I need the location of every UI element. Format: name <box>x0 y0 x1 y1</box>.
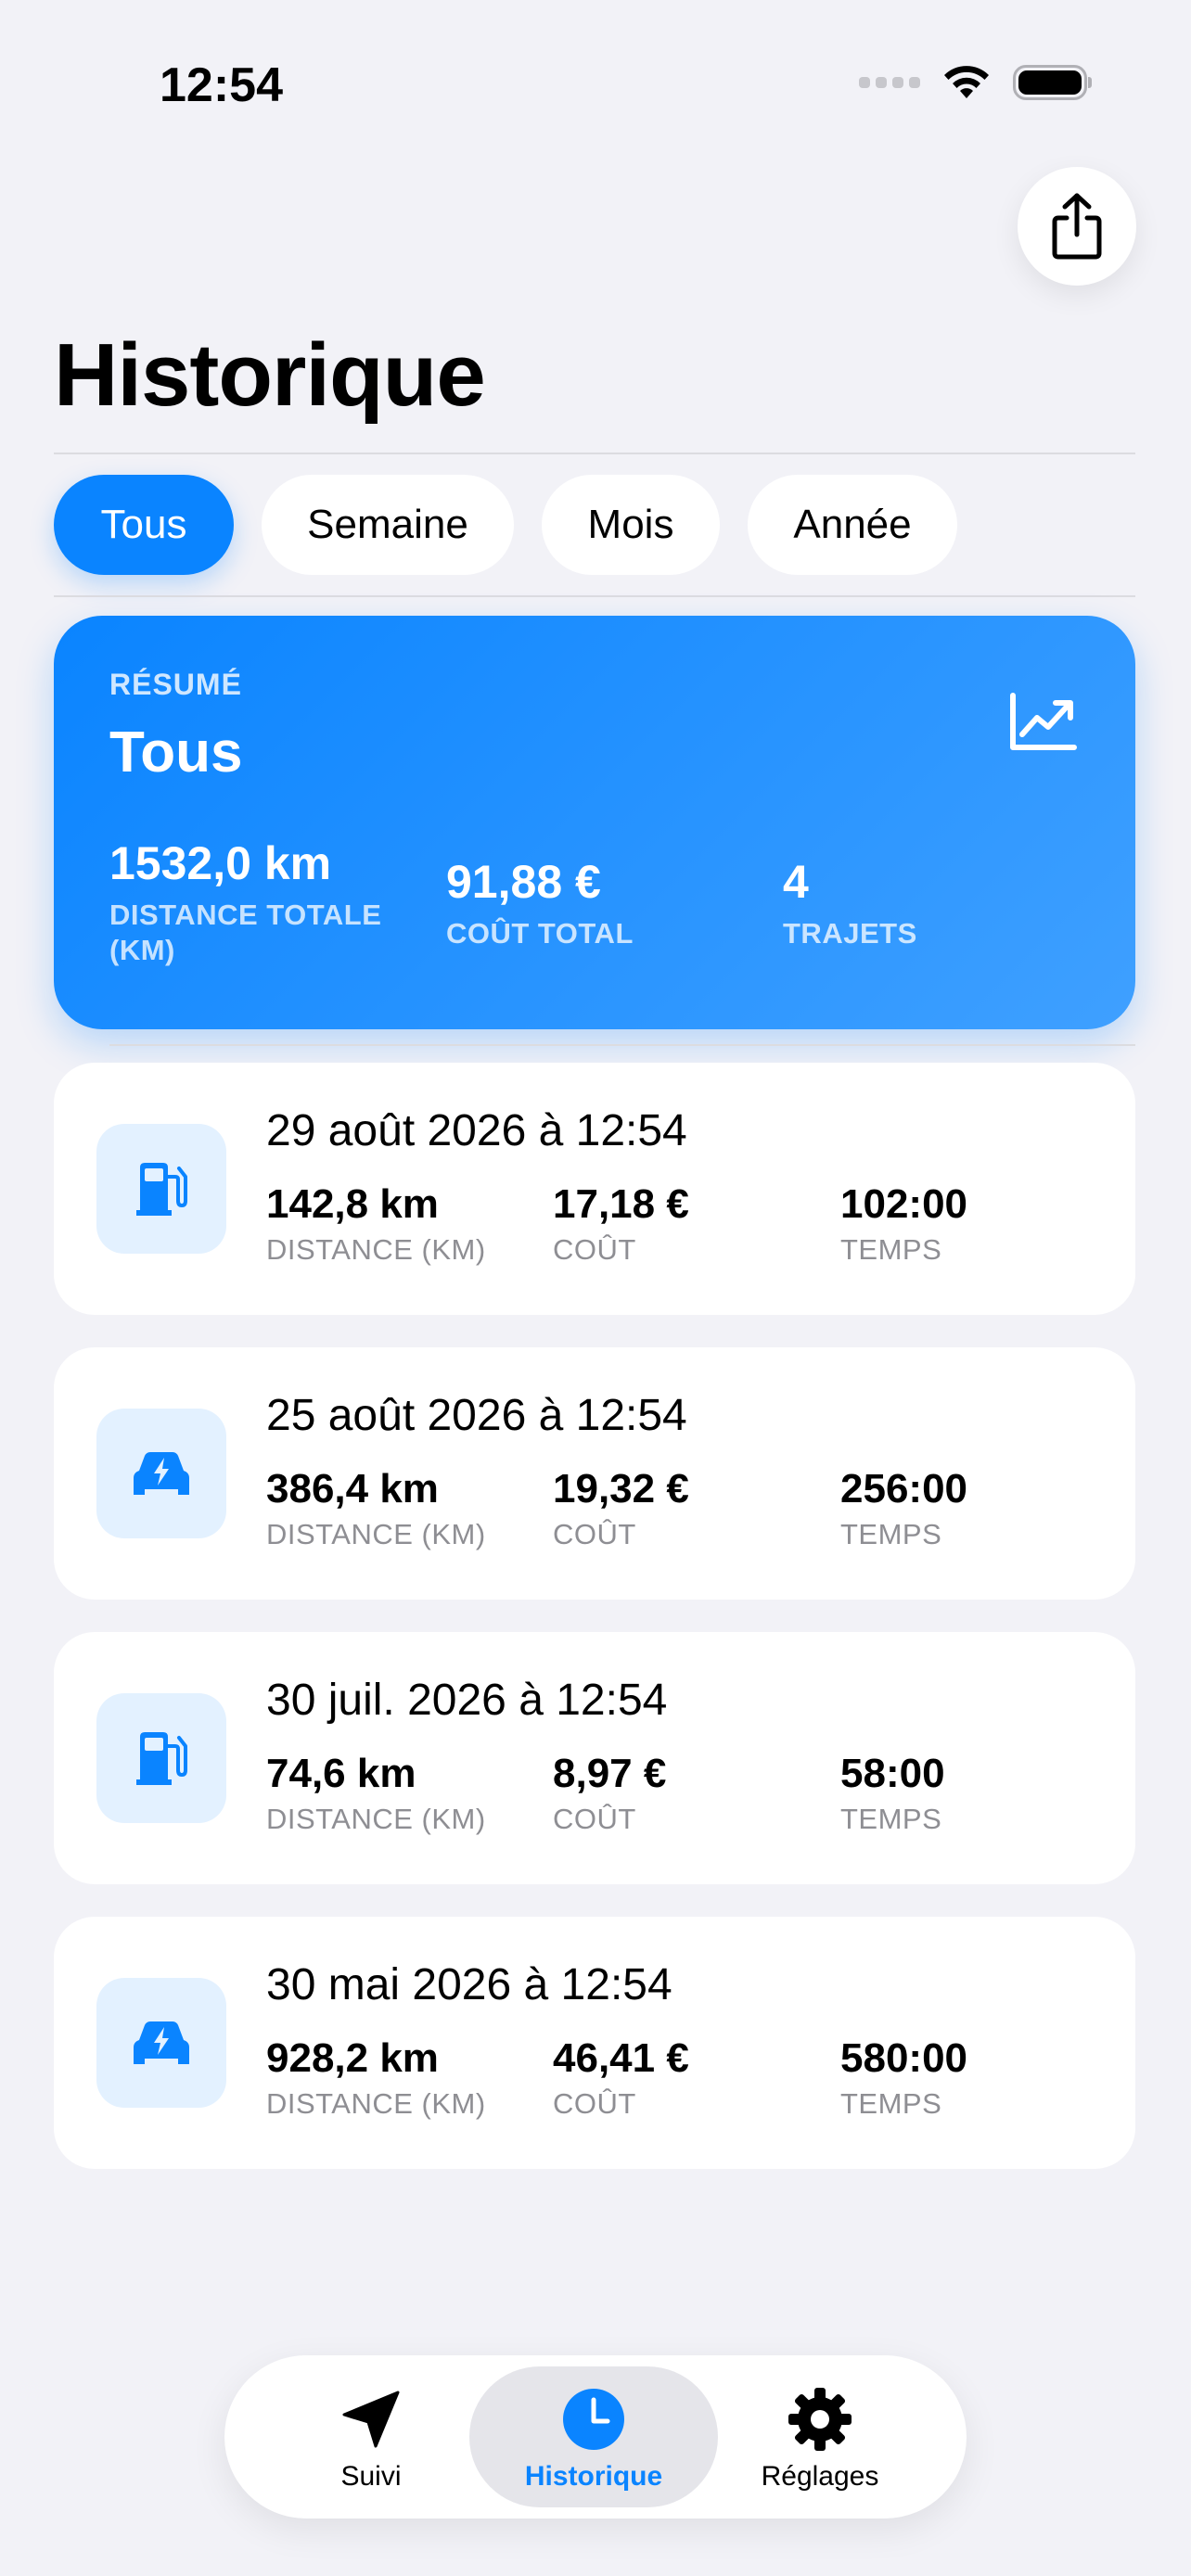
trip-time-label: TEMPS <box>840 1518 942 1550</box>
summary-distance-value: 1532,0 km <box>109 837 332 889</box>
trip-time: 580:00 TEMPS <box>840 2035 967 2121</box>
trip-card[interactable]: 29 août 2026 à 12:54 142,8 km DISTANCE (… <box>54 1063 1135 1315</box>
trip-distance-label: DISTANCE (KM) <box>266 1518 486 1550</box>
trip-time-value: 102:00 <box>840 1181 968 1227</box>
trip-type-tile <box>96 1124 226 1254</box>
trip-time-value: 256:00 <box>840 1466 968 1511</box>
gear-icon <box>788 2388 852 2451</box>
trip-distance-value: 142,8 km <box>266 1181 439 1227</box>
trip-distance-label: DISTANCE (KM) <box>266 1803 486 1835</box>
summary-trips-label: TRAJETS <box>783 917 917 950</box>
summary-distance-label: DISTANCE TOTALE (KM) <box>109 899 382 966</box>
period-filter: Tous Semaine Mois Année <box>54 475 957 575</box>
battery-icon <box>1013 65 1092 100</box>
trip-cost-value: 8,97 € <box>553 1751 667 1796</box>
clock-icon <box>563 2389 624 2450</box>
trip-type-tile <box>96 1409 226 1538</box>
divider <box>54 595 1135 597</box>
trip-distance: 74,6 km DISTANCE (KM) <box>266 1751 486 1836</box>
trip-distance: 386,4 km DISTANCE (KM) <box>266 1466 486 1551</box>
tab-reglages[interactable]: Réglages <box>696 2366 944 2507</box>
trip-distance: 928,2 km DISTANCE (KM) <box>266 2035 486 2121</box>
location-arrow-icon <box>342 2391 400 2448</box>
trip-cost-label: COÛT <box>553 1233 636 1266</box>
summary-kicker: RÉSUMÉ <box>109 668 242 701</box>
summary-trips-value: 4 <box>783 856 809 908</box>
tab-suivi[interactable]: Suivi <box>247 2366 495 2507</box>
trip-cost: 17,18 € COÛT <box>553 1181 689 1267</box>
electric-car-icon <box>134 1452 189 1495</box>
trip-cost-label: COÛT <box>553 1518 636 1550</box>
tab-suivi-label: Suivi <box>340 2461 402 2492</box>
tab-reglages-label: Réglages <box>761 2461 879 2492</box>
trip-type-tile <box>96 1693 226 1823</box>
trip-time-label: TEMPS <box>840 1233 942 1266</box>
trip-cost: 19,32 € COÛT <box>553 1466 689 1551</box>
trip-cost: 8,97 € COÛT <box>553 1751 666 1836</box>
electric-car-icon <box>134 2021 189 2064</box>
trip-time-label: TEMPS <box>840 2087 942 2120</box>
fuel-pump-icon <box>136 1163 187 1216</box>
trip-cost-value: 19,32 € <box>553 1466 689 1511</box>
trip-distance: 142,8 km DISTANCE (KM) <box>266 1181 486 1267</box>
chart-line-icon <box>1010 693 1077 750</box>
tab-historique-label: Historique <box>524 2461 663 2492</box>
filter-tous[interactable]: Tous <box>54 475 234 575</box>
trip-time: 256:00 TEMPS <box>840 1466 967 1551</box>
trip-time: 102:00 TEMPS <box>840 1181 967 1267</box>
trip-cost-label: COÛT <box>553 2087 636 2120</box>
trip-date: 30 juil. 2026 à 12:54 <box>266 1676 668 1725</box>
fuel-pump-icon <box>136 1732 187 1785</box>
filter-semaine[interactable]: Semaine <box>262 475 514 575</box>
summary-card: RÉSUMÉ Tous 1532,0 km DISTANCE TOTALE (K… <box>54 616 1135 1029</box>
status-time: 12:54 <box>160 58 283 112</box>
trip-cost: 46,41 € COÛT <box>553 2035 689 2121</box>
divider <box>54 453 1135 454</box>
summary-title: Tous <box>109 721 243 784</box>
trip-time-label: TEMPS <box>840 1803 942 1835</box>
trip-card[interactable]: 30 mai 2026 à 12:54 928,2 km DISTANCE (K… <box>54 1917 1135 2169</box>
share-icon <box>1052 193 1102 260</box>
trip-cost-value: 46,41 € <box>553 2035 689 2081</box>
status-indicators <box>859 63 1092 102</box>
trip-time-value: 58:00 <box>840 1751 945 1796</box>
summary-stat-distance: 1532,0 km DISTANCE TOTALE (KM) <box>109 836 381 968</box>
cellular-signal-icon <box>859 77 920 88</box>
filter-annee[interactable]: Année <box>748 475 957 575</box>
trip-date: 30 mai 2026 à 12:54 <box>266 1960 672 2009</box>
trip-card[interactable]: 30 juil. 2026 à 12:54 74,6 km DISTANCE (… <box>54 1632 1135 1884</box>
wifi-icon <box>944 66 989 98</box>
share-button[interactable] <box>1018 167 1136 286</box>
tab-bar: Suivi Historique Réglages <box>224 2355 967 2519</box>
summary-stat-cost: 91,88 € COÛT TOTAL <box>446 855 634 951</box>
trip-time: 58:00 TEMPS <box>840 1751 945 1836</box>
trip-distance-value: 74,6 km <box>266 1751 416 1796</box>
trip-date: 25 août 2026 à 12:54 <box>266 1391 687 1440</box>
trip-type-tile <box>96 1978 226 2108</box>
trip-cost-value: 17,18 € <box>553 1181 689 1227</box>
summary-cost-label: COÛT TOTAL <box>446 917 634 950</box>
trip-distance-label: DISTANCE (KM) <box>266 1233 486 1266</box>
tab-historique[interactable]: Historique <box>469 2366 718 2507</box>
trip-time-value: 580:00 <box>840 2035 968 2081</box>
summary-cost-value: 91,88 € <box>446 856 601 908</box>
divider <box>109 1044 1135 1046</box>
trip-distance-value: 386,4 km <box>266 1466 439 1511</box>
trip-distance-label: DISTANCE (KM) <box>266 2087 486 2120</box>
trip-distance-value: 928,2 km <box>266 2035 439 2081</box>
filter-mois[interactable]: Mois <box>542 475 720 575</box>
trip-date: 29 août 2026 à 12:54 <box>266 1106 687 1155</box>
trip-card[interactable]: 25 août 2026 à 12:54 386,4 km DISTANCE (… <box>54 1347 1135 1600</box>
summary-stat-trips: 4 TRAJETS <box>783 855 917 951</box>
page-title: Historique <box>54 325 486 425</box>
trip-cost-label: COÛT <box>553 1803 636 1835</box>
